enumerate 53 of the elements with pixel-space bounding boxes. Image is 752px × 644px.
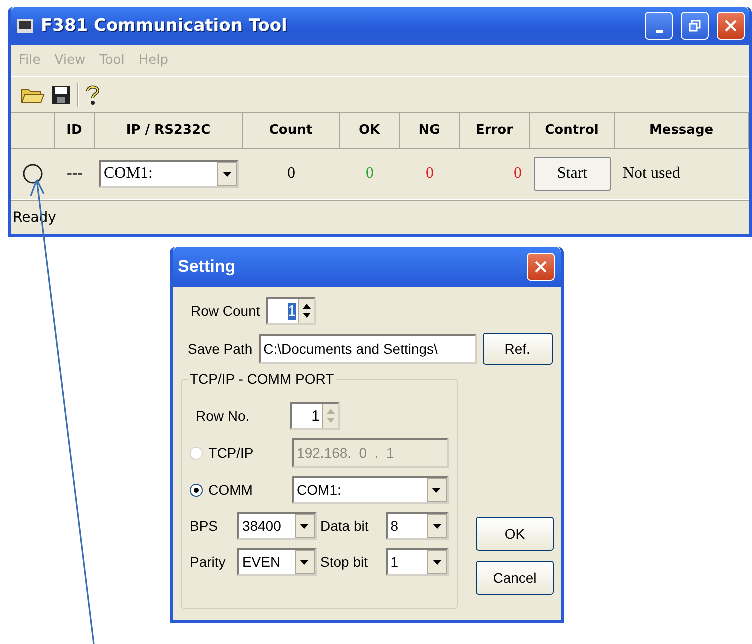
table-cell-text: 0 (425, 164, 435, 184)
table-cell-text: 0 (513, 164, 523, 184)
column-header[interactable]: Message (615, 113, 749, 149)
app-icon (17, 19, 33, 33)
table-cell-text: 0 (286, 164, 296, 184)
field-label: Row Count (191, 303, 260, 319)
window-title: F381 Communication Tool (41, 16, 288, 36)
setting-dropdown[interactable]: 8 (386, 512, 450, 540)
table-cell-text: --- (66, 164, 84, 184)
field-label: Save Path (188, 341, 253, 357)
minimize-icon (656, 30, 662, 32)
comm-port-dropdown[interactable]: COM1: (292, 476, 449, 504)
radio-label: TCP/IP (208, 445, 255, 461)
group-title: TCP/IP - COMM PORT (188, 371, 336, 387)
save-icon[interactable] (51, 84, 71, 104)
port-dropdown[interactable]: COM1: (99, 160, 239, 188)
minimize-button[interactable] (645, 12, 673, 40)
status-circle-icon (22, 163, 44, 185)
field-label: Row No. (196, 408, 251, 424)
close-icon (535, 261, 547, 273)
table-cell-text: 0 (365, 164, 375, 184)
setting-dropdown[interactable]: EVEN (237, 548, 317, 576)
dialog-title: Setting (178, 257, 236, 277)
close-button[interactable] (717, 12, 745, 40)
save-path-field[interactable]: C:\Documents and Settings\ (258, 334, 477, 364)
setting-dropdown[interactable]: 1 (386, 548, 450, 576)
field-label: Stop bit (320, 554, 369, 570)
restore-icon (689, 20, 701, 32)
table-cell-text: Not used (622, 164, 682, 184)
ref-button[interactable]: Ref. (482, 333, 553, 365)
row-number-spinner[interactable]: 1 (290, 402, 340, 430)
column-header[interactable]: NG (400, 113, 460, 149)
field-label: BPS (190, 518, 220, 534)
field-label: Parity (190, 554, 227, 570)
column-header[interactable]: OK (340, 113, 400, 149)
setting-dropdown[interactable]: 38400 (237, 512, 317, 540)
start-button[interactable]: Start (534, 157, 611, 191)
close-button[interactable] (527, 253, 555, 281)
row-count-spinner[interactable]: 1 (266, 297, 316, 325)
help-icon[interactable] (85, 84, 101, 106)
spin-arrows-icon[interactable] (302, 302, 311, 320)
column-header[interactable]: Control (530, 113, 615, 149)
field-label: Data bit (320, 518, 370, 534)
dialog-button[interactable]: OK (476, 517, 554, 551)
column-header[interactable]: ID (55, 113, 95, 149)
radio-label: COMM (208, 482, 254, 498)
dialog-button[interactable]: Cancel (476, 561, 554, 595)
column-header[interactable]: Count (243, 113, 340, 149)
restore-button[interactable] (681, 12, 709, 40)
close-icon (725, 20, 737, 32)
column-header[interactable]: Error (460, 113, 530, 149)
radio-button[interactable] (190, 484, 203, 496)
column-header[interactable]: IP / RS232C (95, 113, 243, 149)
